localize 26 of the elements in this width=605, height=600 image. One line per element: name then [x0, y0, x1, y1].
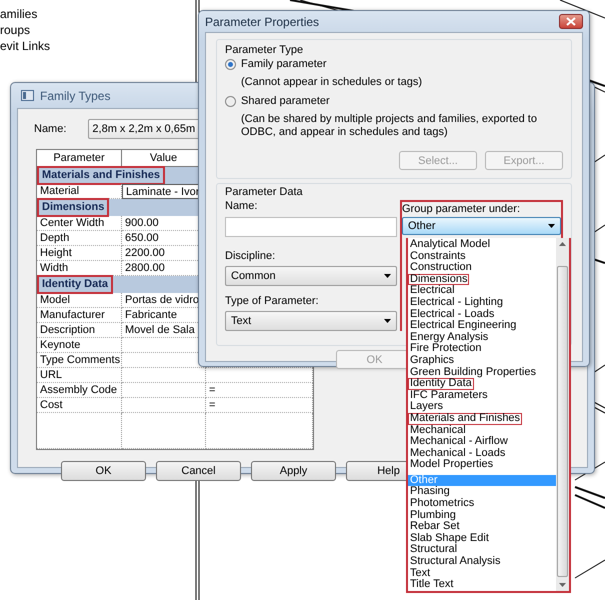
table-cell: Cost: [37, 398, 122, 413]
group-box-title: Parameter Type: [225, 44, 304, 56]
window-title: Family Types: [40, 88, 110, 102]
group-box-title: Parameter Data: [225, 186, 304, 198]
table-cell: Keynote: [37, 338, 122, 353]
group-label: Materials and Finishes: [37, 166, 165, 185]
name-label: Name:: [34, 123, 66, 135]
option-note: (Cannot appear in schedules or tags): [241, 76, 423, 89]
table-cell: Center Width: [37, 216, 122, 231]
table-cell: Height: [37, 246, 122, 261]
field-label: Discipline:: [225, 250, 276, 262]
group-label: Dimensions: [37, 198, 110, 217]
field-label: Group parameter under:: [402, 203, 522, 215]
table-cell: Manufacturer: [37, 308, 122, 323]
field-label: Type of Parameter:: [225, 295, 320, 307]
table-cell: Depth: [37, 231, 122, 246]
table-cell: Assembly Code: [37, 383, 122, 398]
field-label: Name:: [225, 200, 258, 212]
window-title: Parameter Properties: [205, 14, 320, 28]
table-cell: Model: [37, 293, 122, 308]
table-cell: URL: [37, 368, 122, 383]
table-cell: Type Comments: [37, 353, 122, 368]
table-cell: =: [206, 398, 313, 413]
table-cell: Description: [37, 323, 122, 338]
table-cell: =: [206, 383, 313, 398]
group-label: Identity Data: [37, 275, 114, 294]
